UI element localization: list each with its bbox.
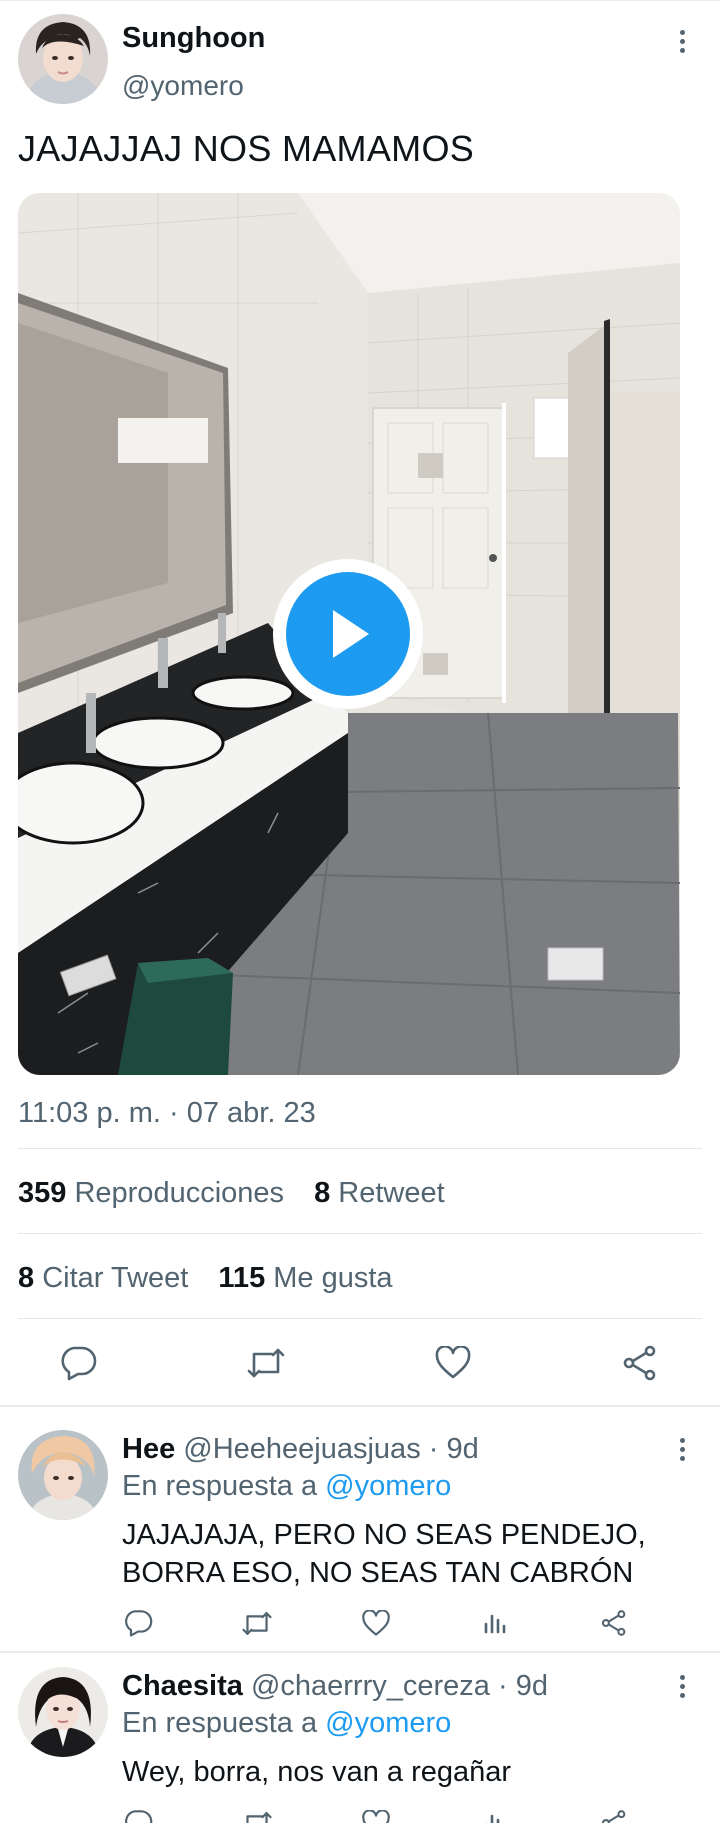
author-handle[interactable]: @yomero	[122, 70, 244, 102]
author-avatar[interactable]	[18, 14, 108, 104]
reply-icon[interactable]	[118, 1803, 158, 1823]
stats-row-2: 8 Citar Tweet 115 Me gusta	[18, 1262, 415, 1295]
reply-time: · 9d	[428, 1433, 479, 1465]
divider	[18, 1148, 702, 1149]
reply-author-name[interactable]: Hee	[122, 1433, 175, 1465]
section-separator	[0, 1405, 720, 1407]
mention-link[interactable]: @yomero	[325, 1470, 451, 1502]
tweet-text: JAJAJJAJ NOS MAMAMOS	[18, 128, 475, 169]
section-separator	[0, 1651, 720, 1653]
like-icon[interactable]	[425, 1335, 481, 1391]
tweet-actions	[0, 1335, 720, 1391]
reply-icon[interactable]	[50, 1335, 106, 1391]
likes-stat[interactable]: 115 Me gusta	[218, 1262, 392, 1295]
share-icon[interactable]	[612, 1335, 668, 1391]
views-stat[interactable]: 359 Reproducciones	[18, 1177, 284, 1210]
play-icon	[333, 610, 369, 658]
stats-row-1: 359 Reproducciones 8 Retweet	[18, 1177, 467, 1210]
retweet-icon[interactable]	[237, 1803, 277, 1823]
analytics-icon[interactable]	[475, 1803, 515, 1823]
reply-author-handle[interactable]: @chaerrry_cereza	[251, 1670, 490, 1702]
divider	[18, 1233, 702, 1234]
reply-context: En respuesta a @yomero	[122, 1470, 452, 1502]
reply-avatar[interactable]	[18, 1430, 108, 1520]
reply-author-name[interactable]: Chaesita	[122, 1670, 243, 1702]
retweet-icon[interactable]	[237, 1603, 277, 1643]
share-icon[interactable]	[594, 1803, 634, 1823]
reply-author-handle[interactable]: @Heeheejuasjuas	[183, 1433, 420, 1465]
like-icon[interactable]	[356, 1603, 396, 1643]
reply-actions	[0, 1603, 720, 1643]
like-icon[interactable]	[356, 1803, 396, 1823]
mention-link[interactable]: @yomero	[325, 1707, 451, 1739]
reply-context: En respuesta a @yomero	[122, 1707, 452, 1739]
reply-header: Hee @Heeheejuasjuas · 9d	[122, 1433, 479, 1466]
retweets-stat[interactable]: 8 Retweet	[314, 1177, 445, 1210]
tweet-video[interactable]	[18, 193, 680, 1075]
play-button[interactable]	[273, 559, 423, 709]
reply-text: JAJAJAJA, PERO NO SEAS PENDEJO, BORRA ES…	[122, 1519, 646, 1589]
retweet-icon[interactable]	[238, 1335, 294, 1391]
reply-icon[interactable]	[118, 1603, 158, 1643]
analytics-icon[interactable]	[475, 1603, 515, 1643]
reply-text: Wey, borra, nos van a regañar	[122, 1756, 512, 1788]
top-border	[0, 0, 720, 1]
reply-header: Chaesita @chaerrry_cereza · 9d	[122, 1670, 548, 1703]
quotes-stat[interactable]: 8 Citar Tweet	[18, 1262, 188, 1295]
more-options-icon[interactable]	[667, 1434, 697, 1464]
reply-avatar[interactable]	[18, 1667, 108, 1757]
reply-actions	[0, 1803, 720, 1823]
reply-time: · 9d	[497, 1670, 548, 1702]
author-name[interactable]: Sunghoon	[122, 22, 265, 55]
more-options-icon[interactable]	[667, 26, 697, 56]
tweet-timestamp[interactable]: 11:03 p. m. · 07 abr. 23	[18, 1097, 316, 1130]
divider	[18, 1318, 702, 1319]
share-icon[interactable]	[594, 1603, 634, 1643]
more-options-icon[interactable]	[667, 1671, 697, 1701]
